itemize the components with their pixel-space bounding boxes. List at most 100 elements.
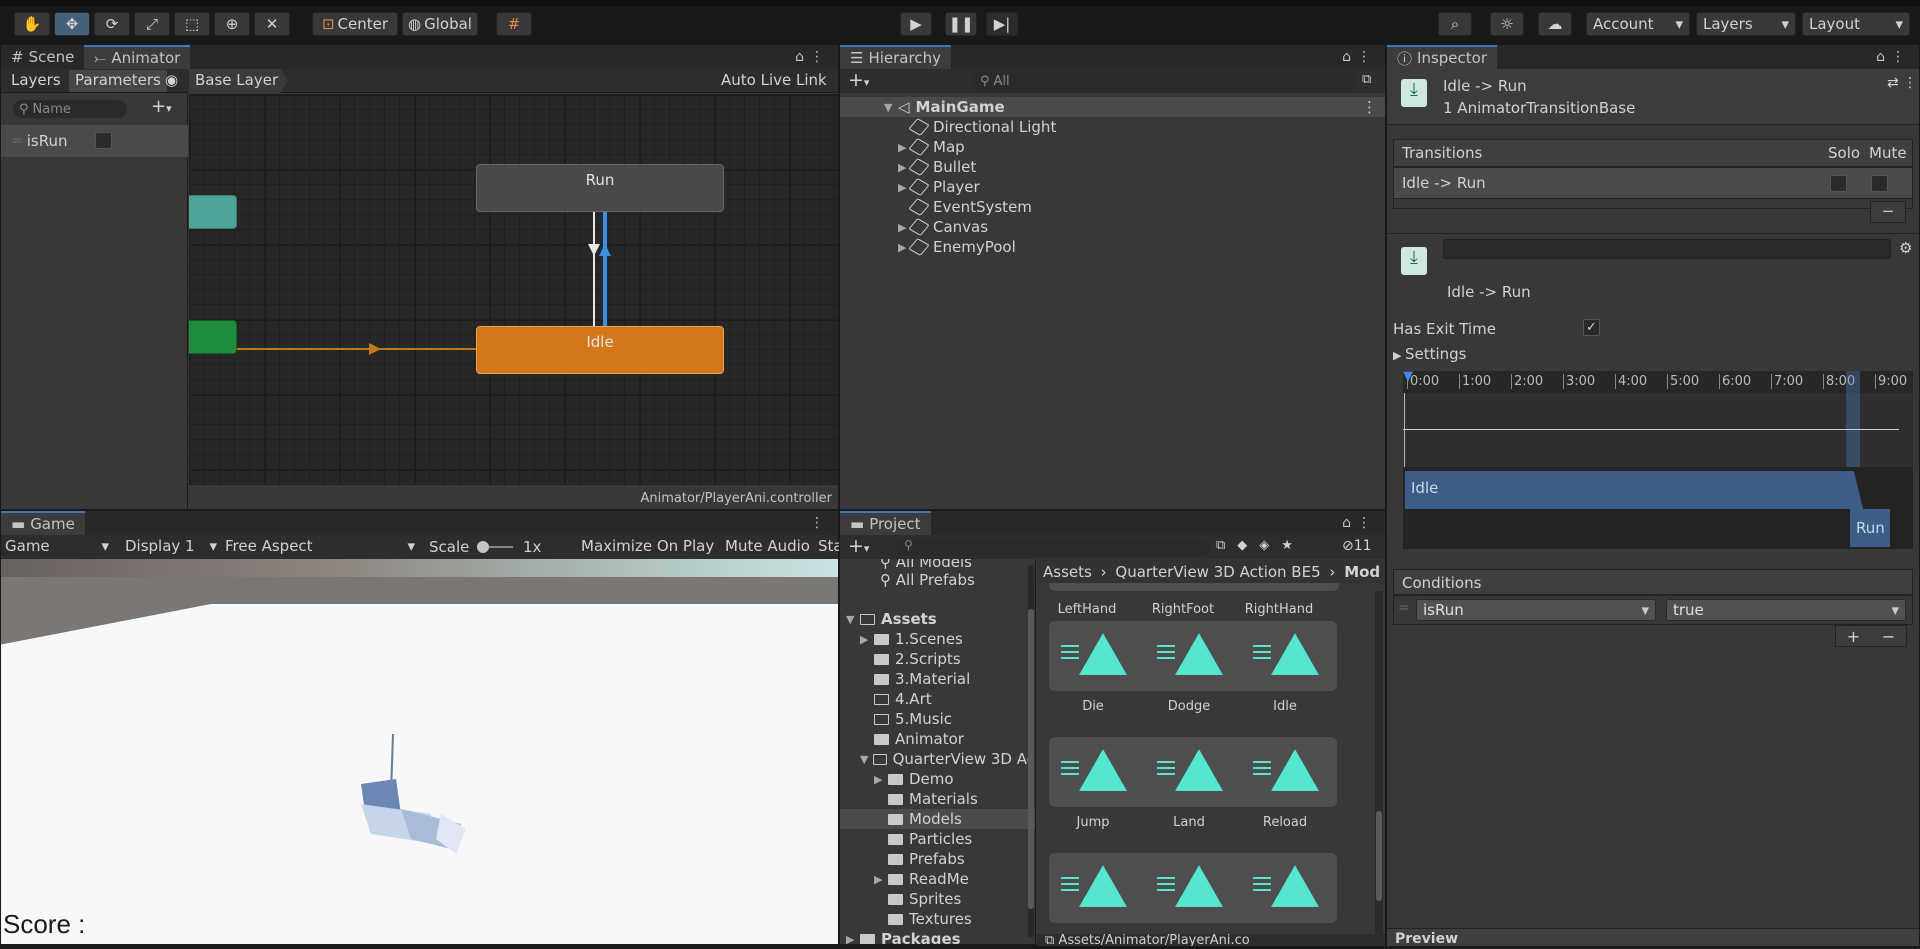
asset-label[interactable]: Reload <box>1237 815 1333 830</box>
hidden-packages-toggle[interactable]: ⊘11 <box>1342 538 1372 554</box>
lock-icon[interactable]: ⌂ <box>795 49 810 65</box>
maximize-on-play-toggle[interactable]: Maximize On Play <box>581 537 714 555</box>
star-icon[interactable]: ★ <box>1281 538 1305 553</box>
search-button[interactable]: ⌕ <box>1438 12 1472 36</box>
expand-arrow-icon[interactable]: ▼ <box>884 101 898 114</box>
layers-tab[interactable]: Layers <box>5 71 67 91</box>
expand-arrow-icon[interactable]: ▶ <box>860 633 874 646</box>
breadcrumb-item[interactable]: Assets <box>1043 563 1092 581</box>
hierarchy-item[interactable]: Directional Light <box>840 117 1385 137</box>
animation-clip-asset[interactable] <box>1049 853 1145 923</box>
lock-icon[interactable]: ⌂ <box>1342 515 1357 531</box>
project-folder-item[interactable]: ▼ QuarterView 3D Ac <box>840 749 1035 769</box>
transition-name-input[interactable] <box>1443 239 1891 259</box>
project-folder-item[interactable]: 2.Scripts <box>840 649 1035 669</box>
kebab-menu-icon[interactable]: ⋮ <box>1903 75 1917 91</box>
account-dropdown[interactable]: Account ▾ <box>1586 12 1690 36</box>
mute-checkbox[interactable] <box>1871 175 1888 192</box>
scale-slider[interactable] <box>477 541 513 553</box>
animation-clip-asset[interactable] <box>1145 853 1241 923</box>
panel-menu[interactable]: ⋮ <box>810 515 830 531</box>
kebab-menu-icon[interactable]: ⋮ <box>1362 98 1377 116</box>
create-asset-button[interactable]: +▾ <box>848 535 869 557</box>
move-tool-button[interactable]: ✥ <box>54 12 90 36</box>
tab-game[interactable]: ▬ Game <box>1 511 85 535</box>
assets-root[interactable]: ▼ Assets <box>840 609 1035 629</box>
asset-scrollbar-thumb[interactable] <box>1376 811 1382 901</box>
asset-label[interactable]: Jump <box>1045 815 1141 830</box>
drag-handle-icon[interactable]: = <box>11 133 23 149</box>
breadcrumb[interactable]: Base Layer <box>189 69 289 93</box>
mute-audio-toggle[interactable]: Mute Audio <box>725 537 810 555</box>
expand-arrow-icon[interactable]: ▶ <box>846 933 860 945</box>
hierarchy-item[interactable]: ▶ EnemyPool <box>840 237 1385 257</box>
project-folder-item[interactable]: Materials <box>840 789 1035 809</box>
search-scope-icon[interactable]: ⧉ <box>1216 538 1237 553</box>
project-folder-item[interactable]: ▶ 1.Scenes <box>840 629 1035 649</box>
project-folder-item[interactable]: ▶ Demo <box>840 769 1035 789</box>
pivot-global-button[interactable]: ◍ Global <box>402 12 478 36</box>
tree-scrollbar-thumb[interactable] <box>1028 609 1034 909</box>
asset-label[interactable]: Idle <box>1237 699 1333 714</box>
hierarchy-item[interactable]: ▶ Canvas <box>840 217 1385 237</box>
project-folder-item[interactable]: Particles <box>840 829 1035 849</box>
project-folder-item[interactable]: Prefabs <box>840 849 1035 869</box>
hierarchy-search-input[interactable]: ⚲ All <box>972 72 1356 90</box>
scene-visibility-icon[interactable]: ⧉ <box>1362 72 1371 87</box>
services-button[interactable]: ☼ <box>1490 12 1524 36</box>
game-viewport[interactable]: Score : <box>1 559 838 944</box>
auto-live-link-button[interactable]: Auto Live Link <box>721 71 827 89</box>
animation-clip-asset[interactable] <box>1241 853 1337 923</box>
lock-icon[interactable]: ⌂ <box>1342 49 1357 65</box>
breadcrumb-item[interactable]: QuarterView 3D Action BE5 <box>1115 563 1320 581</box>
parameters-tab[interactable]: Parameters <box>69 70 167 92</box>
asset-label[interactable]: LeftHand <box>1039 602 1135 617</box>
expand-arrow-icon[interactable]: ▶ <box>874 773 888 786</box>
project-folder-item[interactable]: ▶ ReadMe <box>840 869 1035 889</box>
project-folder-item[interactable]: Animator <box>840 729 1035 749</box>
parameter-search-input[interactable]: ⚲ Name <box>13 100 127 118</box>
tab-animator[interactable]: ⤚ Animator <box>84 45 191 69</box>
preview-header[interactable]: Preview <box>1387 928 1919 947</box>
animation-clip-asset[interactable] <box>1049 621 1145 691</box>
lock-icon[interactable]: ⌂ <box>1876 49 1891 65</box>
rect-tool-button[interactable]: ⬚ <box>174 12 210 36</box>
rotate-tool-button[interactable]: ⟳ <box>94 12 130 36</box>
hierarchy-item[interactable]: ▶ Player <box>840 177 1385 197</box>
layout-dropdown[interactable]: Layout ▾ <box>1802 12 1910 36</box>
header-settings-icon[interactable]: ⇄ <box>1887 75 1899 91</box>
transform-tool-button[interactable]: ⊕ <box>214 12 250 36</box>
animator-graph[interactable]: Run Idle <box>189 94 838 485</box>
solo-checkbox[interactable] <box>1830 175 1847 192</box>
pause-button[interactable]: ❚❚ <box>945 12 977 36</box>
create-button[interactable]: +▾ <box>848 69 869 91</box>
panel-menu[interactable]: ⌂⋮ <box>1876 49 1911 65</box>
remove-condition-button[interactable]: − <box>1882 627 1895 646</box>
hierarchy-item[interactable]: ▶ Map <box>840 137 1385 157</box>
gear-icon[interactable]: ⚙ <box>1899 239 1912 257</box>
remove-transition-button[interactable]: − <box>1870 201 1906 223</box>
transition-timeline[interactable]: 0:00 1:00 2:00 3:00 4:00 5:00 6:00 7:00 8:00 9:00… <box>1403 371 1913 549</box>
pivot-center-button[interactable]: ⊡ Center <box>312 12 398 36</box>
packages-root[interactable]: ▶ Packages <box>840 929 1035 944</box>
asset-label[interactable]: RightFoot <box>1135 602 1231 617</box>
expand-arrow-icon[interactable]: ▼ <box>860 753 873 766</box>
timeline-start-marker-icon[interactable]: ▼ <box>1403 371 1413 384</box>
tab-hierarchy[interactable]: ☰ Hierarchy <box>840 45 951 69</box>
parameter-checkbox[interactable] <box>95 132 112 149</box>
drag-handle-icon[interactable]: = <box>1398 600 1410 616</box>
asset-label[interactable]: Die <box>1045 699 1141 714</box>
snap-grid-button[interactable]: # <box>496 12 532 36</box>
transition-arrows[interactable] <box>189 94 838 485</box>
settings-foldout[interactable]: ▶ Settings <box>1393 345 1467 363</box>
animation-clip-asset[interactable] <box>1049 737 1145 807</box>
filter-label-icon[interactable]: ◈ <box>1259 538 1281 553</box>
animation-clip-asset[interactable] <box>1241 621 1337 691</box>
tree-scrollbar[interactable] <box>1028 565 1034 937</box>
project-search-input[interactable]: ⚲ <box>896 538 1210 556</box>
scene-row[interactable]: ▼ ◁ MainGame ⋮ <box>840 97 1385 117</box>
hierarchy-item[interactable]: ▶ Bullet <box>840 157 1385 177</box>
kebab-menu-icon[interactable]: ⋮ <box>810 515 830 531</box>
project-folder-item[interactable]: Models <box>840 809 1035 829</box>
animation-clip-asset[interactable] <box>1241 737 1337 807</box>
